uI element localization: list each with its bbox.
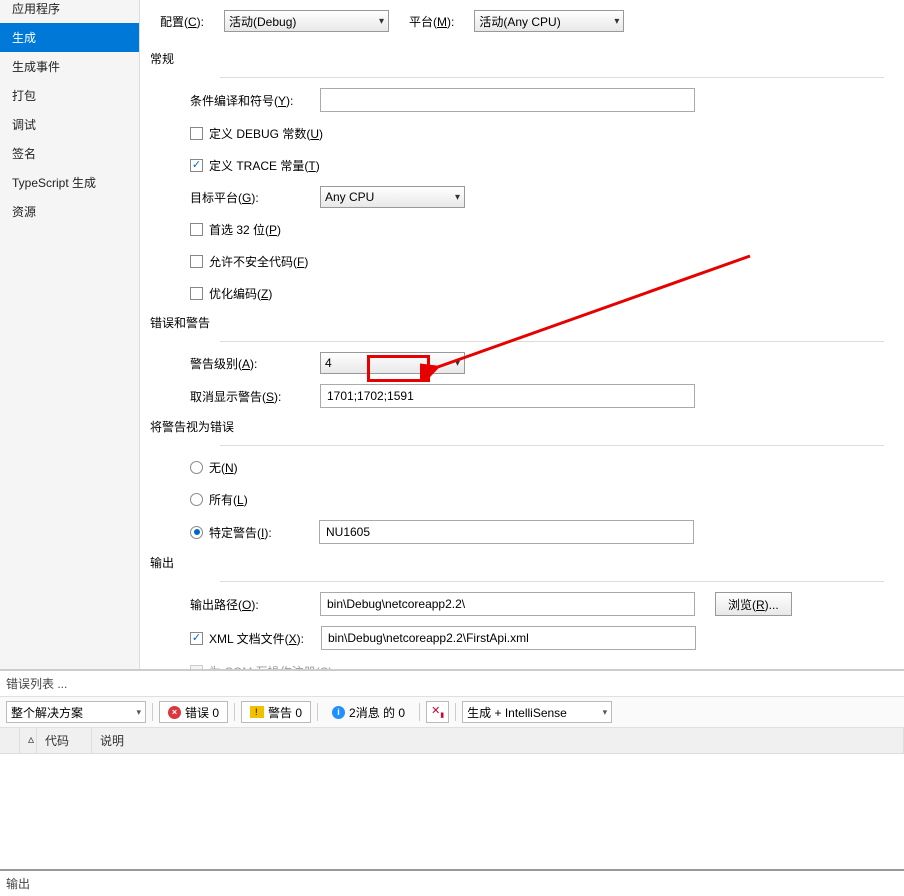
sidebar-item-debug[interactable]: 调试: [0, 110, 139, 139]
chevron-down-icon: ▾: [455, 192, 460, 203]
trace-const-checkbox[interactable]: [190, 159, 203, 172]
unsafe-label: 允许不安全代码(F): [209, 253, 308, 270]
clear-filter-icon: ✕▮: [431, 704, 444, 719]
target-platform-dropdown[interactable]: Any CPU▾: [320, 186, 465, 208]
compile-symbols-input[interactable]: [320, 88, 695, 112]
chevron-down-icon: ▾: [614, 16, 619, 27]
xml-doc-checkbox[interactable]: [190, 632, 203, 645]
output-path-input[interactable]: [320, 592, 695, 616]
trace-const-label: 定义 TRACE 常量(T): [209, 157, 320, 174]
output-path-label: 输出路径(O):: [190, 596, 320, 613]
suppress-warnings-label: 取消显示警告(S):: [190, 388, 320, 405]
com-register-label: 为 COM 互操作注册(C): [209, 663, 332, 670]
treat-all-radio[interactable]: [190, 493, 203, 506]
source-filter-dropdown[interactable]: 生成 + IntelliSense▾: [462, 701, 612, 723]
platform-dropdown[interactable]: 活动(Any CPU)▾: [474, 10, 624, 32]
target-platform-label: 目标平台(G):: [190, 189, 320, 206]
warnings-filter-button[interactable]: 警告 0: [241, 701, 311, 723]
sidebar: 应用程序 生成 生成事件 打包 调试 签名 TypeScript 生成 资源: [0, 0, 140, 669]
messages-filter-button[interactable]: i 2消息 的 0: [324, 701, 413, 723]
sidebar-item-signing[interactable]: 签名: [0, 139, 139, 168]
unsafe-checkbox[interactable]: [190, 255, 203, 268]
chevron-down-icon: ▾: [136, 707, 141, 718]
sidebar-item-build[interactable]: 生成: [0, 23, 139, 52]
col-code[interactable]: 代码: [37, 728, 92, 753]
chevron-down-icon: ▾: [455, 358, 460, 369]
platform-label: 平台(M):: [409, 13, 454, 30]
error-list-panel: 错误列表 ... 整个解决方案▾ × 错误 0 警告 0 i 2消息 的 0 ✕…: [0, 670, 904, 864]
treat-all-label: 所有(L): [209, 491, 248, 508]
section-treat-as-errors: 将警告视为错误: [150, 418, 884, 435]
debug-const-label: 定义 DEBUG 常数(U): [209, 125, 323, 142]
treat-none-label: 无(N): [209, 459, 238, 476]
optimize-label: 优化编码(Z): [209, 285, 272, 302]
sidebar-item-application[interactable]: 应用程序: [0, 0, 139, 23]
sidebar-item-typescript[interactable]: TypeScript 生成: [0, 168, 139, 197]
com-register-checkbox: [190, 665, 203, 670]
error-icon: ×: [168, 706, 181, 719]
section-output: 输出: [150, 554, 884, 571]
warning-icon: [250, 706, 264, 718]
section-general: 常规: [150, 50, 884, 67]
treat-specific-label: 特定警告(I):: [209, 524, 319, 541]
prefer-32-label: 首选 32 位(P): [209, 221, 281, 238]
section-errors-warnings: 错误和警告: [150, 314, 884, 331]
output-panel-title: 输出: [0, 869, 904, 896]
xml-doc-label: XML 文档文件(X):: [209, 630, 321, 647]
config-label: 配置(C):: [160, 13, 204, 30]
optimize-checkbox[interactable]: [190, 287, 203, 300]
error-list-title: 错误列表 ...: [0, 671, 904, 697]
treat-specific-input[interactable]: [319, 520, 694, 544]
sort-icon[interactable]: ▵: [20, 728, 37, 753]
warning-level-label: 警告级别(A):: [190, 355, 320, 372]
content-pane: 配置(C): 活动(Debug)▾ 平台(M): 活动(Any CPU)▾ 常规…: [140, 0, 904, 669]
errors-filter-button[interactable]: × 错误 0: [159, 701, 228, 723]
clear-filter-button[interactable]: ✕▮: [426, 701, 449, 723]
chevron-down-icon: ▾: [603, 707, 608, 718]
chevron-down-icon: ▾: [379, 16, 384, 27]
debug-const-checkbox[interactable]: [190, 127, 203, 140]
sidebar-item-package[interactable]: 打包: [0, 81, 139, 110]
col-desc[interactable]: 说明: [92, 728, 904, 753]
prefer-32-checkbox[interactable]: [190, 223, 203, 236]
browse-button[interactable]: 浏览(R)...: [715, 592, 792, 616]
config-dropdown[interactable]: 活动(Debug)▾: [224, 10, 389, 32]
xml-doc-input[interactable]: [321, 626, 696, 650]
sidebar-item-resources[interactable]: 资源: [0, 197, 139, 226]
suppress-warnings-input[interactable]: [320, 384, 695, 408]
sidebar-item-build-events[interactable]: 生成事件: [0, 52, 139, 81]
compile-symbols-label: 条件编译和符号(Y):: [190, 92, 320, 109]
treat-none-radio[interactable]: [190, 461, 203, 474]
info-icon: i: [332, 706, 345, 719]
warning-level-dropdown[interactable]: 4▾: [320, 352, 465, 374]
treat-specific-radio[interactable]: [190, 526, 203, 539]
error-grid-header: ▵ 代码 说明: [0, 728, 904, 754]
scope-dropdown[interactable]: 整个解决方案▾: [6, 701, 146, 723]
